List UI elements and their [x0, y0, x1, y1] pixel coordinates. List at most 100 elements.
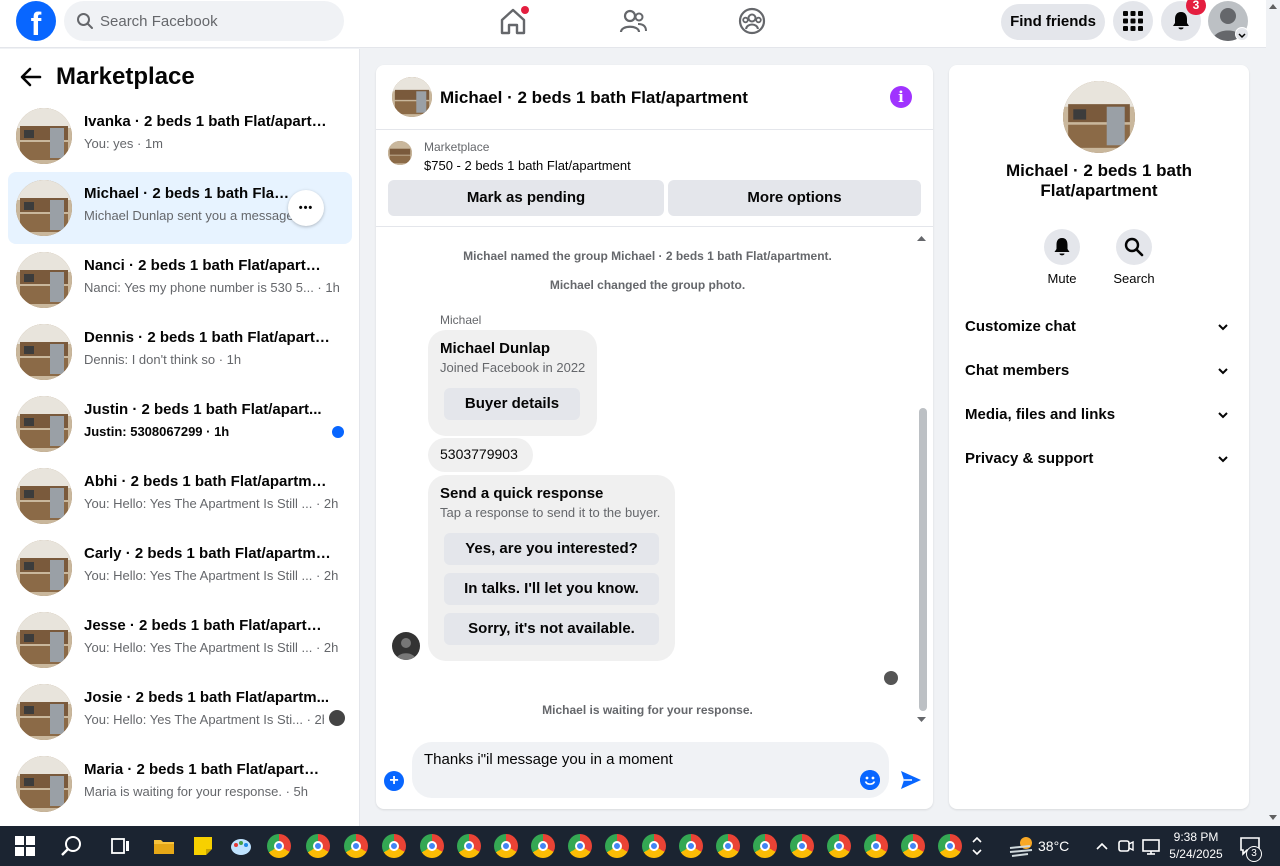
quick-response-yes-button[interactable]: Yes, are you interested? — [444, 533, 659, 565]
seen-by-avatar — [329, 710, 345, 726]
weather-temperature[interactable]: 38°C — [1038, 838, 1069, 854]
buyer-profile-card: Michael Dunlap Joined Facebook in 2022 B… — [428, 330, 597, 436]
conversation-item-active[interactable]: Michael · 2 beds 1 bath Flat/apa Michael… — [8, 172, 352, 244]
find-friends-button[interactable]: Find friends — [1001, 4, 1105, 40]
quick-response-not-available-button[interactable]: Sorry, it's not available. — [444, 613, 659, 645]
paint-icon[interactable] — [229, 834, 253, 858]
listing-mini-thumbnail — [388, 141, 412, 165]
chrome-icon[interactable] — [344, 834, 368, 858]
friends-icon[interactable] — [618, 6, 648, 36]
sticky-notes-icon[interactable] — [191, 834, 215, 858]
conversation-item[interactable]: Josie · 2 beds 1 bath Flat/apartm... You… — [8, 676, 352, 748]
emoji-icon[interactable] — [860, 770, 880, 790]
search-input[interactable] — [100, 1, 330, 41]
message-composer[interactable]: Thanks i"il message you in a moment — [412, 742, 889, 798]
chrome-icon[interactable] — [605, 834, 629, 858]
chrome-icon[interactable] — [938, 834, 962, 858]
chat-scrollbar-thumb[interactable] — [919, 408, 927, 711]
task-view-icon[interactable] — [108, 834, 132, 858]
groups-icon[interactable] — [737, 6, 767, 36]
quick-response-card: Send a quick response Tap a response to … — [428, 475, 675, 661]
chevron-down-icon — [1218, 324, 1228, 331]
chrome-icon[interactable] — [901, 834, 925, 858]
listing-thumbnail — [16, 324, 72, 380]
search-icon — [1124, 237, 1144, 257]
conversation-item[interactable]: Nanci · 2 beds 1 bath Flat/apartment Nan… — [8, 244, 352, 316]
privacy-support-section[interactable]: Privacy & support — [965, 445, 1233, 473]
network-icon[interactable] — [1141, 834, 1161, 858]
page-scrollbar[interactable] — [1266, 0, 1280, 826]
chrome-icon[interactable] — [642, 834, 666, 858]
quick-response-in-talks-button[interactable]: In talks. I'll let you know. — [444, 573, 659, 605]
chat-members-section[interactable]: Chat members — [965, 357, 1233, 385]
buyer-name: Michael Dunlap — [440, 340, 551, 357]
chrome-icon[interactable] — [568, 834, 592, 858]
listing-price[interactable]: $750 - 2 beds 1 bath Flat/apartment — [424, 158, 631, 173]
conversation-title: Abhi · 2 beds 1 bath Flat/apartment — [84, 473, 332, 490]
back-arrow-icon[interactable] — [20, 66, 42, 88]
facebook-logo-letter: f — [30, 6, 42, 41]
search-action[interactable]: Search — [1104, 229, 1164, 286]
chrome-icon[interactable] — [753, 834, 777, 858]
conversation-title: Michael · 2 beds 1 bath Flat/apa — [84, 185, 290, 202]
buyer-details-button[interactable]: Buyer details — [444, 388, 580, 420]
conversation-item[interactable]: Jesse · 2 beds 1 bath Flat/apartment You… — [8, 604, 352, 676]
conversation-item[interactable]: Carly · 2 beds 1 bath Flat/apartment You… — [8, 532, 352, 604]
chrome-icon[interactable] — [790, 834, 814, 858]
conversation-item[interactable]: Justin · 2 beds 1 bath Flat/apart... Jus… — [8, 388, 352, 460]
more-options-button[interactable]: More options — [668, 180, 921, 216]
conversation-item[interactable]: Dennis · 2 beds 1 bath Flat/apartm... De… — [8, 316, 352, 388]
conversation-preview: You: Hello: Yes The Apartment Is Still .… — [84, 640, 339, 655]
show-hidden-icons-chevron[interactable] — [1094, 834, 1110, 858]
mark-as-pending-button[interactable]: Mark as pending — [388, 180, 664, 216]
chrome-icon[interactable] — [716, 834, 740, 858]
chrome-icon[interactable] — [494, 834, 518, 858]
windows-start-icon[interactable] — [13, 834, 37, 858]
customize-chat-section[interactable]: Customize chat — [965, 313, 1233, 341]
conversation-item[interactable]: Abhi · 2 beds 1 bath Flat/apartment You:… — [8, 460, 352, 532]
conversation-item[interactable]: Ivanka · 2 beds 1 bath Flat/apartm... Yo… — [8, 100, 352, 172]
taskbar-search-icon[interactable] — [60, 834, 84, 858]
chrome-icon[interactable] — [531, 834, 555, 858]
chrome-icon[interactable] — [827, 834, 851, 858]
taskbar-overflow-chevron-icon[interactable] — [970, 834, 984, 858]
clock-date[interactable]: 5/24/2025 — [1166, 847, 1226, 861]
chat-listing-thumbnail[interactable] — [392, 77, 432, 117]
conversation-preview-unread: Justin: 5308067299 · 1h — [84, 424, 230, 439]
account-chevron-icon[interactable] — [1235, 27, 1249, 41]
conversation-preview: You: Hello: Yes The Apartment Is Sti... … — [84, 712, 324, 727]
file-explorer-icon[interactable] — [152, 834, 176, 858]
send-icon[interactable] — [900, 769, 922, 791]
chrome-icon[interactable] — [457, 834, 481, 858]
chat-title[interactable]: Michael · 2 beds 1 bath Flat/apartment — [440, 88, 748, 108]
divider — [376, 226, 933, 227]
chrome-icon[interactable] — [267, 834, 291, 858]
mute-action[interactable]: Mute — [1032, 229, 1092, 286]
quick-response-title: Send a quick response — [440, 485, 604, 502]
add-attachment-button[interactable]: + — [384, 771, 404, 791]
meet-now-icon[interactable] — [1117, 834, 1135, 858]
listing-source-label: Marketplace — [424, 140, 490, 154]
section-label: Media, files and links — [965, 406, 1116, 423]
conversation-title: Josie · 2 beds 1 bath Flat/apartm... — [84, 689, 330, 706]
listing-thumbnail — [16, 396, 72, 452]
search-box[interactable] — [64, 1, 344, 41]
chrome-icon[interactable] — [679, 834, 703, 858]
system-message: Michael named the group Michael · 2 beds… — [463, 249, 832, 263]
chrome-icon[interactable] — [864, 834, 888, 858]
chrome-icon[interactable] — [306, 834, 330, 858]
chrome-icon[interactable] — [420, 834, 444, 858]
media-files-links-section[interactable]: Media, files and links — [965, 401, 1233, 429]
chrome-icon[interactable] — [382, 834, 406, 858]
message-input[interactable]: Thanks i"il message you in a moment — [424, 751, 844, 791]
sender-avatar[interactable] — [392, 632, 420, 660]
conversation-item[interactable]: Maria · 2 beds 1 bath Flat/apartment Mar… — [8, 748, 352, 820]
clock-time[interactable]: 9:38 PM — [1166, 830, 1226, 844]
info-icon[interactable]: i — [890, 86, 912, 108]
weather-icon[interactable] — [1008, 834, 1036, 858]
windows-taskbar: 38°C 9:38 PM 5/24/2025 3 — [0, 826, 1280, 866]
facebook-logo-icon[interactable]: f — [16, 1, 56, 41]
menu-button[interactable] — [1113, 1, 1153, 41]
conversation-more-button[interactable]: ••• — [288, 190, 324, 226]
conversation-title: Ivanka · 2 beds 1 bath Flat/apartm... — [84, 113, 332, 130]
